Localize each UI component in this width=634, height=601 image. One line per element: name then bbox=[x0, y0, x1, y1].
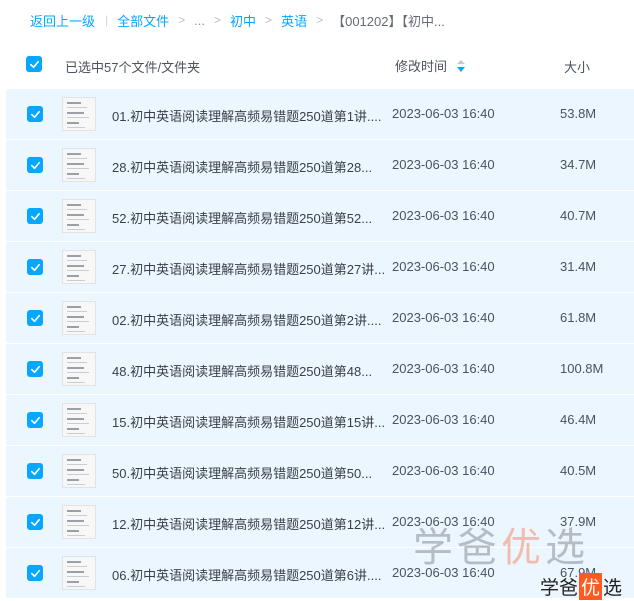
select-all-checkbox[interactable] bbox=[26, 56, 42, 72]
file-list-header: 已选中57个文件/文件夹 修改时间 大小 bbox=[0, 42, 634, 88]
file-name[interactable]: 02.初中英语阅读理解高频易错题250道第2讲.... bbox=[112, 310, 381, 329]
column-time-label: 修改时间 bbox=[395, 59, 448, 74]
file-name[interactable]: 01.初中英语阅读理解高频易错题250道第1讲.... bbox=[112, 106, 381, 125]
file-name[interactable]: 28.初中英语阅读理解高频易错题250道第28... bbox=[112, 157, 372, 176]
file-modified-time: 2023-06-03 16:40 bbox=[392, 259, 495, 274]
check-icon bbox=[30, 365, 40, 373]
chevron-right-icon: > bbox=[178, 13, 186, 27]
watermark-logo-small: 学爸优选 bbox=[540, 572, 622, 600]
check-icon bbox=[30, 416, 40, 424]
breadcrumb-all-files[interactable]: 全部文件 bbox=[117, 11, 169, 30]
breadcrumb-current: 【001202】【初中... bbox=[332, 13, 445, 29]
check-icon bbox=[30, 314, 40, 322]
file-checkbox[interactable] bbox=[27, 106, 43, 122]
file-size: 31.4M bbox=[560, 259, 597, 274]
check-icon bbox=[30, 518, 40, 526]
file-modified-time: 2023-06-03 16:40 bbox=[392, 208, 495, 223]
check-icon bbox=[30, 110, 40, 118]
file-name[interactable]: 50.初中英语阅读理解高频易错题250道第50... bbox=[112, 463, 372, 482]
check-icon bbox=[30, 161, 40, 169]
file-checkbox[interactable] bbox=[27, 463, 43, 479]
breadcrumb-divider: | bbox=[105, 13, 109, 27]
column-size-header[interactable]: 大小 bbox=[564, 57, 590, 76]
file-modified-time: 2023-06-03 16:40 bbox=[392, 463, 495, 478]
sort-desc-icon[interactable] bbox=[457, 59, 466, 72]
back-link[interactable]: 返回上一级 bbox=[30, 11, 95, 30]
file-checkbox[interactable] bbox=[27, 514, 43, 530]
file-checkbox[interactable] bbox=[27, 310, 43, 326]
file-row[interactable]: 15.初中英语阅读理解高频易错题250道第15讲... 2023-06-03 16… bbox=[6, 395, 634, 446]
file-row[interactable]: 27.初中英语阅读理解高频易错题250道第27讲... 2023-06-03 16… bbox=[6, 242, 634, 293]
check-icon bbox=[30, 467, 40, 475]
file-checkbox[interactable] bbox=[27, 412, 43, 428]
sort-by-time-header[interactable]: 修改时间 bbox=[395, 56, 466, 75]
document-thumbnail-icon[interactable] bbox=[62, 454, 96, 488]
file-modified-time: 2023-06-03 16:40 bbox=[392, 106, 495, 121]
breadcrumb-ellipsis[interactable]: ... bbox=[194, 13, 205, 28]
file-checkbox[interactable] bbox=[27, 361, 43, 377]
file-modified-time: 2023-06-03 16:40 bbox=[392, 361, 495, 376]
watermark-logo-large: 学爸优选 bbox=[413, 525, 589, 571]
file-name[interactable]: 48.初中英语阅读理解高频易错题250道第48... bbox=[112, 361, 372, 380]
file-modified-time: 2023-06-03 16:40 bbox=[392, 310, 495, 325]
document-thumbnail-icon[interactable] bbox=[62, 556, 96, 590]
document-thumbnail-icon[interactable] bbox=[62, 199, 96, 233]
file-row[interactable]: 52.初中英语阅读理解高频易错题250道第52... 2023-06-03 16:… bbox=[6, 191, 634, 242]
document-thumbnail-icon[interactable] bbox=[62, 148, 96, 182]
file-name[interactable]: 27.初中英语阅读理解高频易错题250道第27讲... bbox=[112, 259, 385, 278]
file-name[interactable]: 06.初中英语阅读理解高频易错题250道第6讲.... bbox=[112, 565, 381, 584]
file-modified-time: 2023-06-03 16:40 bbox=[392, 412, 495, 427]
file-row[interactable]: 01.初中英语阅读理解高频易错题250道第1讲.... 2023-06-03 16… bbox=[6, 89, 634, 140]
file-row[interactable]: 50.初中英语阅读理解高频易错题250道第50... 2023-06-03 16:… bbox=[6, 446, 634, 497]
document-thumbnail-icon[interactable] bbox=[62, 352, 96, 386]
file-modified-time: 2023-06-03 16:40 bbox=[392, 157, 495, 172]
file-size: 40.5M bbox=[560, 463, 597, 478]
document-thumbnail-icon[interactable] bbox=[62, 403, 96, 437]
document-thumbnail-icon[interactable] bbox=[62, 250, 96, 284]
file-size: 34.7M bbox=[560, 157, 597, 172]
check-icon bbox=[30, 263, 40, 271]
check-icon bbox=[29, 60, 39, 68]
file-row[interactable]: 02.初中英语阅读理解高频易错题250道第2讲.... 2023-06-03 16… bbox=[6, 293, 634, 344]
file-row[interactable]: 48.初中英语阅读理解高频易错题250道第48... 2023-06-03 16:… bbox=[6, 344, 634, 395]
file-size: 46.4M bbox=[560, 412, 597, 427]
check-icon bbox=[30, 569, 40, 577]
file-size: 100.8M bbox=[560, 361, 604, 376]
check-icon bbox=[30, 212, 40, 220]
file-name[interactable]: 12.初中英语阅读理解高频易错题250道第12讲... bbox=[112, 514, 385, 533]
file-row[interactable]: 28.初中英语阅读理解高频易错题250道第28... 2023-06-03 16:… bbox=[6, 140, 634, 191]
file-checkbox[interactable] bbox=[27, 565, 43, 581]
chevron-right-icon: > bbox=[214, 13, 222, 27]
chevron-right-icon: > bbox=[316, 13, 324, 27]
chevron-right-icon: > bbox=[265, 13, 273, 27]
file-size: 61.8M bbox=[560, 310, 597, 325]
file-name[interactable]: 52.初中英语阅读理解高频易错题250道第52... bbox=[112, 208, 372, 227]
file-name[interactable]: 15.初中英语阅读理解高频易错题250道第15讲... bbox=[112, 412, 385, 431]
file-checkbox[interactable] bbox=[27, 208, 43, 224]
document-thumbnail-icon[interactable] bbox=[62, 301, 96, 335]
selected-count-label: 已选中57个文件/文件夹 bbox=[65, 60, 201, 75]
file-size: 40.7M bbox=[560, 208, 597, 223]
file-checkbox[interactable] bbox=[27, 157, 43, 173]
breadcrumb-level1[interactable]: 初中 bbox=[230, 11, 256, 30]
breadcrumb: 返回上一级 | 全部文件 > ... > 初中 > 英语 > 【001202】【… bbox=[0, 0, 634, 40]
document-thumbnail-icon[interactable] bbox=[62, 97, 96, 131]
file-checkbox[interactable] bbox=[27, 259, 43, 275]
breadcrumb-level2[interactable]: 英语 bbox=[281, 11, 307, 30]
document-thumbnail-icon[interactable] bbox=[62, 505, 96, 539]
file-size: 53.8M bbox=[560, 106, 597, 121]
